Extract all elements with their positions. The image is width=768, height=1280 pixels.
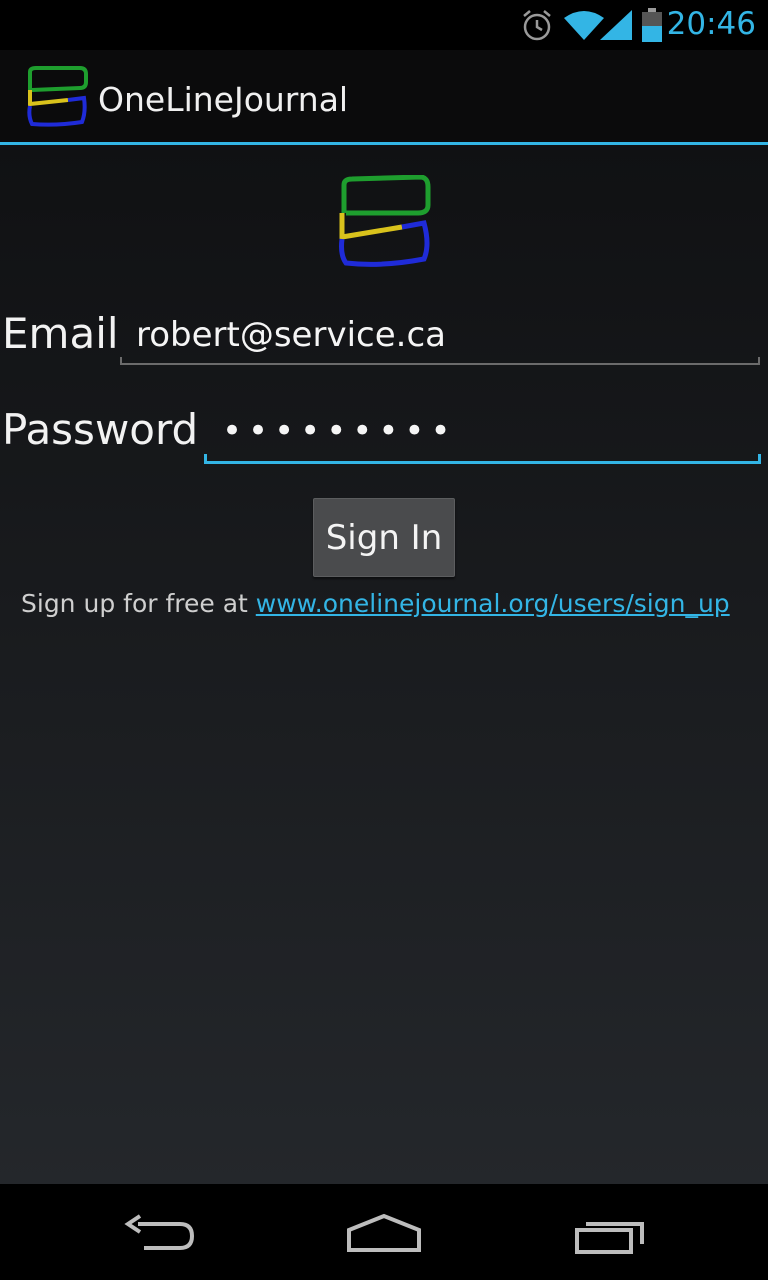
navigation-bar bbox=[0, 1184, 768, 1280]
action-bar: OneLineJournal bbox=[0, 50, 768, 142]
app-logo-icon bbox=[338, 174, 432, 273]
back-icon[interactable] bbox=[124, 1214, 196, 1258]
alarm-icon bbox=[520, 8, 554, 46]
status-bar: 20:46 bbox=[0, 0, 768, 50]
home-icon[interactable] bbox=[346, 1212, 422, 1258]
battery-icon bbox=[641, 8, 663, 46]
email-field-underline bbox=[120, 357, 760, 365]
password-field[interactable]: ••••••••• bbox=[222, 411, 752, 451]
status-time: 20:46 bbox=[666, 6, 756, 42]
signal-icon bbox=[600, 10, 632, 44]
signup-prefix: Sign up for free at bbox=[21, 589, 256, 618]
email-label: Email bbox=[2, 309, 119, 358]
app-title: OneLineJournal bbox=[98, 80, 349, 119]
password-field-underline bbox=[204, 454, 761, 464]
wifi-icon bbox=[564, 10, 604, 44]
signup-link[interactable]: www.onelinejournal.org/users/sign_up bbox=[256, 589, 730, 618]
recent-apps-icon[interactable] bbox=[574, 1216, 646, 1260]
email-field[interactable]: robert@service.ca bbox=[136, 315, 756, 355]
password-label: Password bbox=[2, 405, 199, 454]
sign-in-button[interactable]: Sign In bbox=[313, 498, 455, 577]
login-form: Email robert@service.ca Password •••••••… bbox=[0, 145, 768, 1184]
signup-text: Sign up for free at www.onelinejournal.o… bbox=[21, 589, 730, 618]
app-logo-icon[interactable] bbox=[26, 66, 88, 132]
